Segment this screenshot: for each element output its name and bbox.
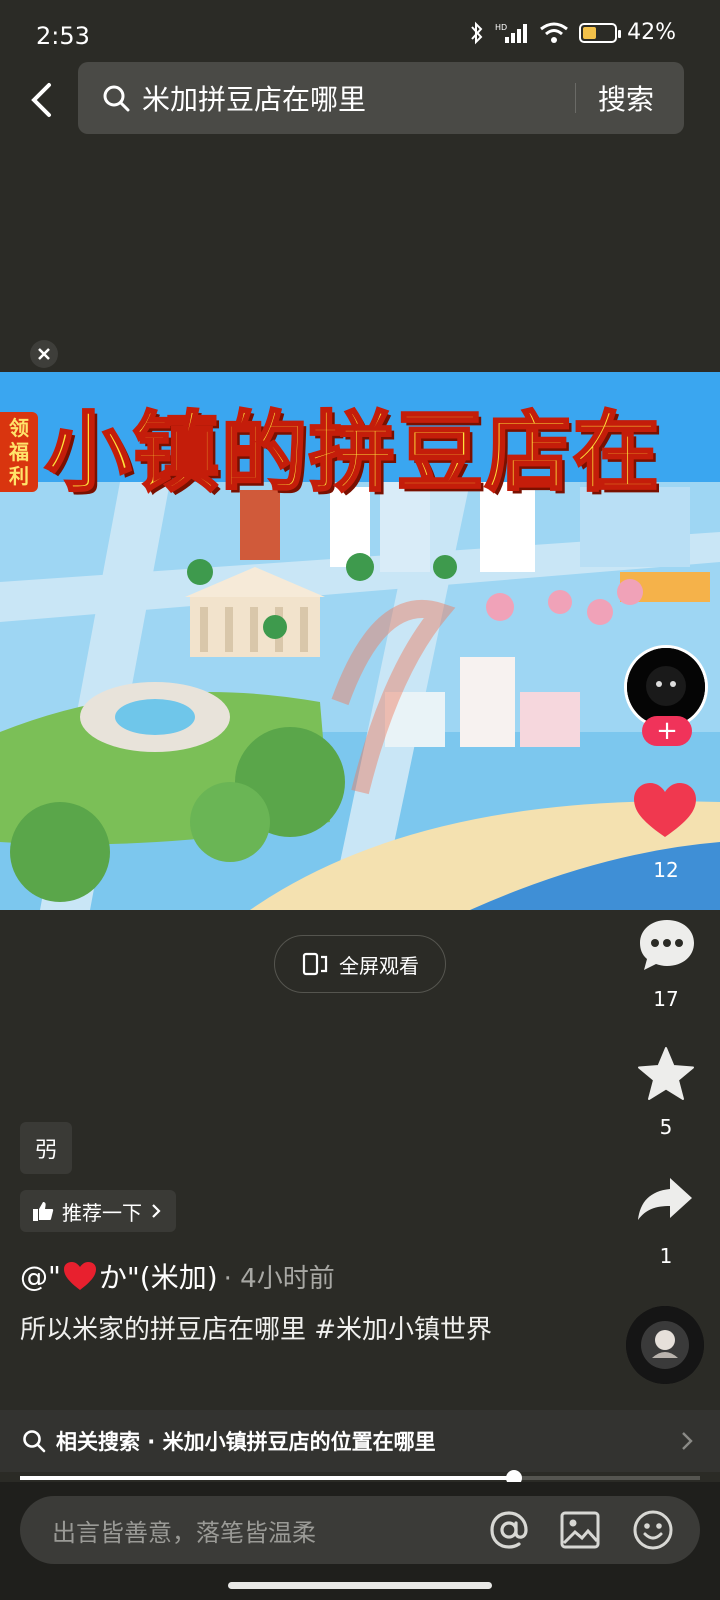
avatar-image — [627, 648, 705, 726]
status-icons: HD 42% — [469, 20, 676, 45]
plus-icon: + — [656, 716, 678, 746]
chevron-right-icon — [152, 1204, 161, 1218]
search-divider — [574, 83, 576, 113]
rotate-screen-icon — [302, 952, 328, 976]
back-button[interactable] — [20, 78, 64, 122]
share-button[interactable] — [636, 1176, 694, 1226]
fullscreen-label: 全屏观看 — [339, 953, 419, 978]
post-time: · 4小时前 — [223, 1263, 335, 1294]
search-input[interactable]: 米加拼豆店在哪里 搜索 — [78, 62, 684, 134]
comment-count: 17 — [653, 987, 679, 1011]
fullscreen-button[interactable]: 全屏观看 — [274, 935, 446, 993]
video-banner-title: 小镇的拼豆店在 — [44, 402, 661, 505]
comment-input[interactable]: 出言皆善意，落笔皆温柔 — [20, 1496, 700, 1564]
thumbs-up-icon — [33, 1202, 54, 1221]
music-disc-image — [626, 1306, 704, 1384]
related-search-bar[interactable]: 相关搜索 · 米加小镇拼豆店的位置在哪里 — [0, 1410, 720, 1472]
comment-button[interactable] — [638, 918, 696, 976]
battery-percent: 42% — [627, 20, 676, 45]
music-disc[interactable] — [626, 1306, 704, 1384]
battery-icon — [579, 22, 622, 43]
like-count: 12 — [653, 858, 679, 882]
like-button[interactable] — [634, 783, 696, 843]
share-arrow-icon — [638, 1178, 692, 1220]
recommend-button[interactable]: 推荐一下 — [20, 1190, 176, 1232]
search-icon — [23, 1430, 46, 1453]
search-button[interactable]: 搜索 — [598, 78, 654, 118]
recommend-label: 推荐一下 — [62, 1200, 142, 1225]
wifi-icon — [540, 22, 569, 43]
video-player[interactable]: 小镇的拼豆店在 领福利 — [0, 372, 720, 910]
emoji-icon[interactable] — [632, 1509, 674, 1551]
chevron-left-icon — [31, 83, 51, 117]
video-progress-fill — [20, 1476, 514, 1480]
post-caption: 所以米家的拼豆店在哪里 #米加小镇世界 — [20, 1315, 493, 1345]
search-icon — [103, 85, 130, 112]
heart-emoji-icon — [63, 1262, 96, 1290]
close-ad-button[interactable] — [30, 340, 58, 368]
welfare-badge[interactable]: 领福利 — [0, 412, 38, 492]
chevron-right-icon — [682, 1432, 693, 1450]
author-name-prefix[interactable]: @" — [20, 1260, 61, 1293]
image-icon[interactable] — [560, 1511, 600, 1549]
bluetooth-icon — [471, 21, 483, 44]
author-name-suffix[interactable]: か"(米加) — [99, 1256, 218, 1296]
related-search-label: 相关搜索 · 米加小镇拼豆店的位置在哪里 — [56, 1430, 436, 1454]
mention-at-icon[interactable] — [488, 1509, 530, 1551]
network-type: HD — [495, 23, 507, 32]
favorite-button[interactable] — [637, 1046, 695, 1106]
star-icon — [638, 1047, 694, 1100]
home-indicator[interactable] — [228, 1582, 492, 1589]
search-query: 米加拼豆店在哪里 — [142, 83, 367, 116]
follow-button[interactable]: + — [642, 716, 692, 746]
comment-placeholder: 出言皆善意，落笔皆温柔 — [52, 1518, 316, 1547]
share-count: 1 — [659, 1244, 673, 1268]
close-icon — [38, 348, 50, 360]
status-time: 2:53 — [36, 22, 90, 50]
heart-icon — [634, 783, 696, 837]
cellular-signal-icon: HD — [495, 23, 528, 43]
favorite-count: 5 — [659, 1115, 673, 1139]
tag-chip[interactable]: 弜 — [20, 1122, 72, 1174]
comment-bubble-icon — [640, 920, 694, 970]
author-line: @" か"(米加) · 4小时前 — [20, 1256, 335, 1296]
